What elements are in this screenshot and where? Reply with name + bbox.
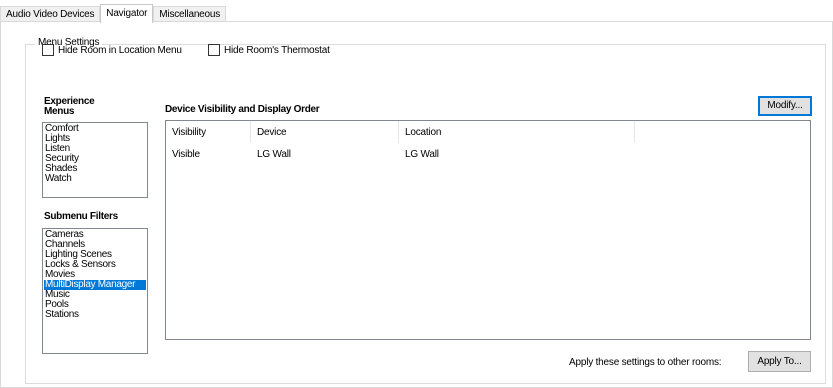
tab-miscellaneous[interactable]: Miscellaneous: [153, 6, 227, 22]
hide-room-location-checkbox[interactable]: Hide Room in Location Menu: [42, 44, 182, 56]
grid-header: Visibility Device Location: [166, 121, 810, 143]
list-item[interactable]: Watch: [44, 174, 146, 184]
tab-strip: Audio Video Devices Navigator Miscellane…: [0, 4, 227, 23]
column-header-device[interactable]: Device: [251, 121, 399, 143]
submenu-filters-list[interactable]: Cameras Channels Lighting Scenes Locks &…: [42, 228, 148, 354]
hide-thermostat-checkbox[interactable]: Hide Room's Thermostat: [208, 44, 330, 56]
checkbox-box[interactable]: [208, 44, 220, 56]
submenu-filters-heading: Submenu Filters: [44, 211, 118, 222]
cell-device: LG Wall: [257, 149, 291, 160]
checkbox-box[interactable]: [42, 44, 54, 56]
device-visibility-heading: Device Visibility and Display Order: [165, 104, 320, 115]
apply-settings-label: Apply these settings to other rooms:: [569, 357, 722, 368]
experience-menus-list[interactable]: Comfort Lights Listen Security Shades Wa…: [42, 122, 148, 198]
tab-audio-video-devices[interactable]: Audio Video Devices: [0, 6, 101, 22]
list-item[interactable]: Stations: [44, 310, 146, 320]
table-row[interactable]: Visible LG Wall LG Wall: [166, 148, 810, 162]
cell-visibility: Visible: [172, 149, 200, 160]
experience-menus-heading: Experience Menus: [44, 96, 95, 117]
apply-to-button[interactable]: Apply To...: [748, 351, 811, 372]
modify-button[interactable]: Modify...: [758, 96, 812, 116]
column-header-empty: [635, 121, 810, 143]
device-visibility-grid[interactable]: Visibility Device Location Visible LG Wa…: [165, 120, 811, 340]
column-header-visibility[interactable]: Visibility: [166, 121, 251, 143]
cell-location: LG Wall: [405, 149, 439, 160]
column-header-location[interactable]: Location: [399, 121, 635, 143]
tab-navigator[interactable]: Navigator: [100, 4, 154, 23]
hide-room-location-label: Hide Room in Location Menu: [58, 44, 182, 56]
hide-thermostat-label: Hide Room's Thermostat: [224, 44, 330, 56]
